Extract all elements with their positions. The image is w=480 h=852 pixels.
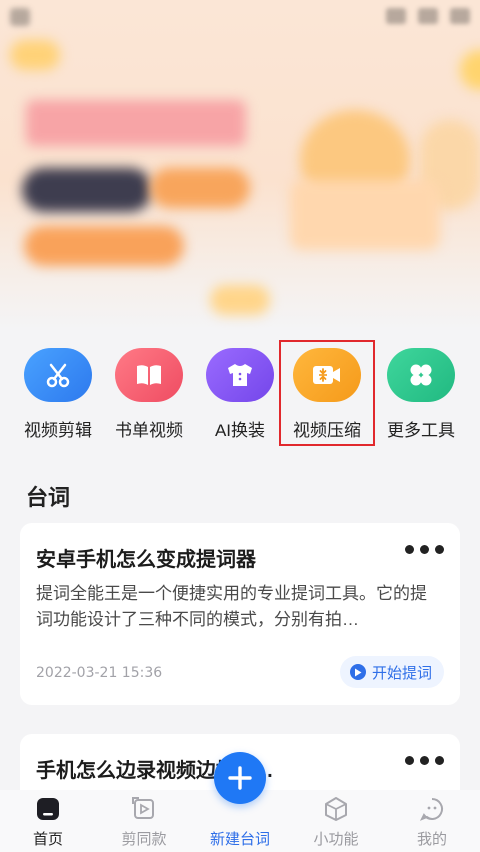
more-icon[interactable]	[405, 545, 444, 554]
nav-template[interactable]: 剪同款	[96, 794, 192, 849]
nav-label: 剪同款	[121, 831, 167, 848]
play-icon	[349, 664, 366, 680]
nav-label: 小功能	[313, 831, 359, 848]
start-prompter-button[interactable]: 开始提词	[339, 656, 444, 688]
tool-label: 书单视频	[115, 421, 183, 440]
nav-profile[interactable]: 我的	[384, 794, 480, 849]
start-prompter-label: 开始提词	[371, 664, 432, 682]
book-icon	[115, 348, 183, 402]
clover-icon	[387, 348, 455, 402]
nav-label: 我的	[416, 831, 447, 848]
tool-video-edit[interactable]: 视频剪辑	[13, 348, 103, 441]
tool-label: 更多工具	[387, 421, 455, 440]
status-bar-left	[10, 8, 30, 26]
tool-ai-outfit[interactable]: AI换装	[195, 348, 285, 441]
nav-small-tools[interactable]: 小功能	[288, 794, 384, 849]
nav-label: 新建台词	[209, 831, 270, 848]
shirt-icon	[206, 348, 274, 402]
more-icon[interactable]	[405, 756, 444, 765]
highlight-box	[279, 340, 375, 446]
card-date: 2022-03-21 15:36	[36, 665, 163, 681]
status-bar-right	[386, 8, 470, 24]
tool-booklist-video[interactable]: 书单视频	[104, 348, 194, 441]
script-card[interactable]: 安卓手机怎么变成提词器 提词全能王是一个便捷实用的专业提词工具。它的提词功能设计…	[20, 523, 460, 705]
nav-label: 首页	[32, 831, 63, 848]
tool-row: 视频剪辑 书单视频 AI换装 视频压缩 更多工具	[0, 340, 480, 450]
template-icon	[129, 794, 159, 824]
card-title: 安卓手机怎么变成提词器	[36, 549, 256, 571]
nav-home[interactable]: 首页	[0, 794, 96, 849]
section-title: 台词	[26, 485, 71, 510]
plus-icon	[228, 766, 252, 790]
card-description: 提词全能王是一个便捷实用的专业提词工具。它的提词功能设计了三种不同的模式，分别有…	[36, 584, 427, 629]
profile-icon	[417, 794, 447, 824]
new-script-button[interactable]	[214, 752, 266, 804]
tool-more[interactable]: 更多工具	[376, 348, 466, 441]
promo-banner[interactable]	[0, 0, 480, 330]
scissors-icon	[24, 348, 92, 402]
home-icon	[33, 794, 63, 824]
tool-label: 视频剪辑	[24, 421, 92, 440]
cube-icon	[321, 794, 351, 824]
tool-label: AI换装	[214, 421, 266, 440]
